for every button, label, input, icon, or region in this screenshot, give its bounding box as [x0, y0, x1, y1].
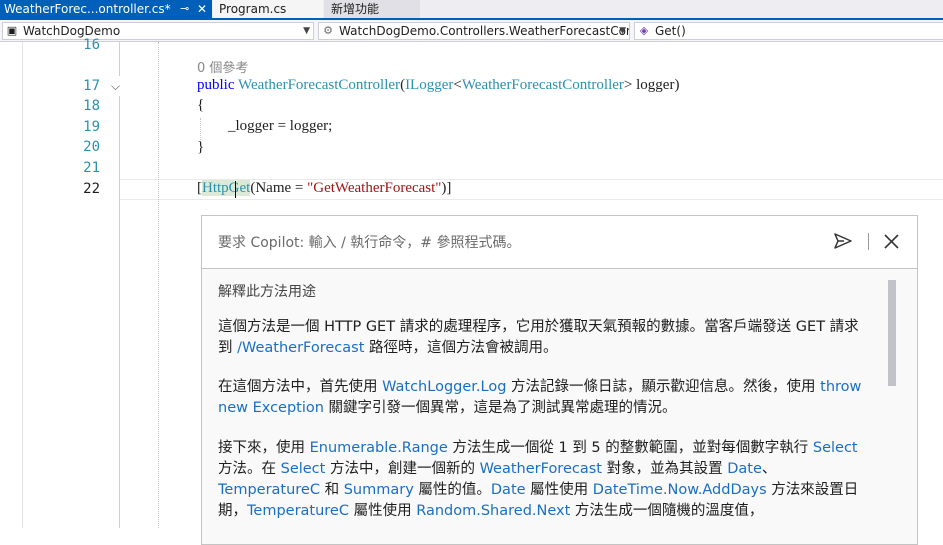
code-reference-link[interactable]: DateTime.Now.AddDays: [593, 482, 767, 498]
pin-icon[interactable]: ⊸: [180, 0, 189, 18]
code-reference-link[interactable]: Select: [813, 440, 858, 456]
response-paragraph: 接下來，使用 Enumerable.Range 方法生成一個從 1 到 5 的整…: [218, 440, 859, 519]
tab-new-features[interactable]: 新增功能: [324, 0, 420, 18]
scrollbar-thumb[interactable]: [888, 280, 896, 386]
margin-divider: [119, 42, 120, 76]
member-dropdown[interactable]: ◈ Get(): [634, 22, 943, 40]
reference-count-link[interactable]: 0 個參考: [197, 57, 248, 76]
code-reference-link[interactable]: Enumerable.Range: [310, 440, 448, 456]
line-number: 17: [83, 78, 100, 94]
chevron-down-icon: ▼: [303, 26, 310, 36]
project-dropdown[interactable]: ▣ WatchDogDemo ▼: [2, 22, 314, 40]
close-icon[interactable]: [883, 233, 900, 250]
code-line-19[interactable]: _logger = logger;: [228, 118, 332, 135]
code-line-20[interactable]: }: [197, 139, 204, 156]
margin-divider: [119, 96, 120, 528]
tab-program-cs[interactable]: Program.cs: [213, 0, 323, 18]
code-reference-link[interactable]: TemperatureC: [218, 482, 320, 498]
code-line-18[interactable]: {: [197, 97, 204, 114]
collapse-chevron-icon[interactable]: ⌵: [111, 79, 120, 94]
method-icon: ◈: [639, 24, 649, 37]
type-dropdown[interactable]: ⚙ WatchDogDemo.Controllers.WeatherForeca…: [318, 22, 630, 40]
type-name: WatchDogDemo.Controllers.WeatherForecast…: [339, 24, 630, 38]
code-reference-link[interactable]: Summary: [344, 482, 414, 498]
response-paragraph: 這個方法是一個 HTTP GET 請求的處理程序，它用於獲取天氣預報的數據。當客…: [218, 319, 859, 356]
text-caret: [235, 181, 236, 198]
project-icon: ▣: [6, 24, 18, 37]
response-paragraph: 在這個方法中，首先使用 WatchLogger.Log 方法記錄一條日誌，顯示歡…: [218, 379, 862, 416]
toolbar-separator: [868, 233, 869, 250]
line-number: 18: [83, 98, 100, 114]
code-reference-link[interactable]: WatchLogger.Log: [382, 379, 506, 395]
line-number: 19: [83, 119, 100, 135]
member-name: Get(): [655, 24, 686, 38]
class-icon: ⚙: [323, 24, 333, 37]
indent-guide: [200, 118, 201, 140]
copilot-placeholder: 要求 Copilot: 輸入 / 執行命令，# 參照程式碼。: [218, 235, 521, 251]
chevron-down-icon: ▼: [619, 26, 626, 36]
copilot-query-heading: 解釋此方法用途: [218, 284, 316, 300]
line-number: 21: [83, 160, 100, 176]
tab-weatherforecastcontroller[interactable]: WeatherForec...ontroller.cs* ⊸ ✕: [0, 0, 212, 18]
code-reference-link[interactable]: /WeatherForecast: [237, 340, 364, 356]
tab-label: Program.cs: [219, 2, 287, 16]
gutter-divider: [22, 42, 23, 528]
line-number: 16: [83, 37, 100, 53]
send-icon[interactable]: [834, 233, 852, 249]
copilot-inline-chat: 要求 Copilot: 輸入 / 執行命令，# 參照程式碼。 解釋此方法用途 這…: [201, 215, 918, 545]
copilot-prompt-input[interactable]: 要求 Copilot: 輸入 / 執行命令，# 參照程式碼。: [202, 216, 917, 269]
indent-guide: [158, 42, 159, 528]
code-reference-link[interactable]: TemperatureC: [247, 503, 349, 519]
document-tab-strip: WeatherForec...ontroller.cs* ⊸ ✕ Program…: [0, 0, 943, 20]
code-reference-link[interactable]: Select: [281, 461, 326, 477]
tab-label: WeatherForec...ontroller.cs*: [4, 2, 171, 16]
code-reference-link[interactable]: WeatherForecast: [480, 461, 602, 477]
code-line-17[interactable]: public WeatherForecastController(ILogger…: [197, 77, 679, 94]
line-number-current: 22: [83, 181, 100, 197]
navigation-bar: ▣ WatchDogDemo ▼ ⚙ WatchDogDemo.Controll…: [0, 20, 943, 42]
tab-label: 新增功能: [331, 2, 380, 16]
close-tab-icon[interactable]: ✕: [197, 0, 207, 18]
code-reference-link[interactable]: Date: [491, 482, 526, 498]
code-reference-link[interactable]: Random.Shared.Next: [416, 503, 570, 519]
line-number: 20: [83, 139, 100, 155]
code-reference-link[interactable]: Date: [727, 461, 762, 477]
